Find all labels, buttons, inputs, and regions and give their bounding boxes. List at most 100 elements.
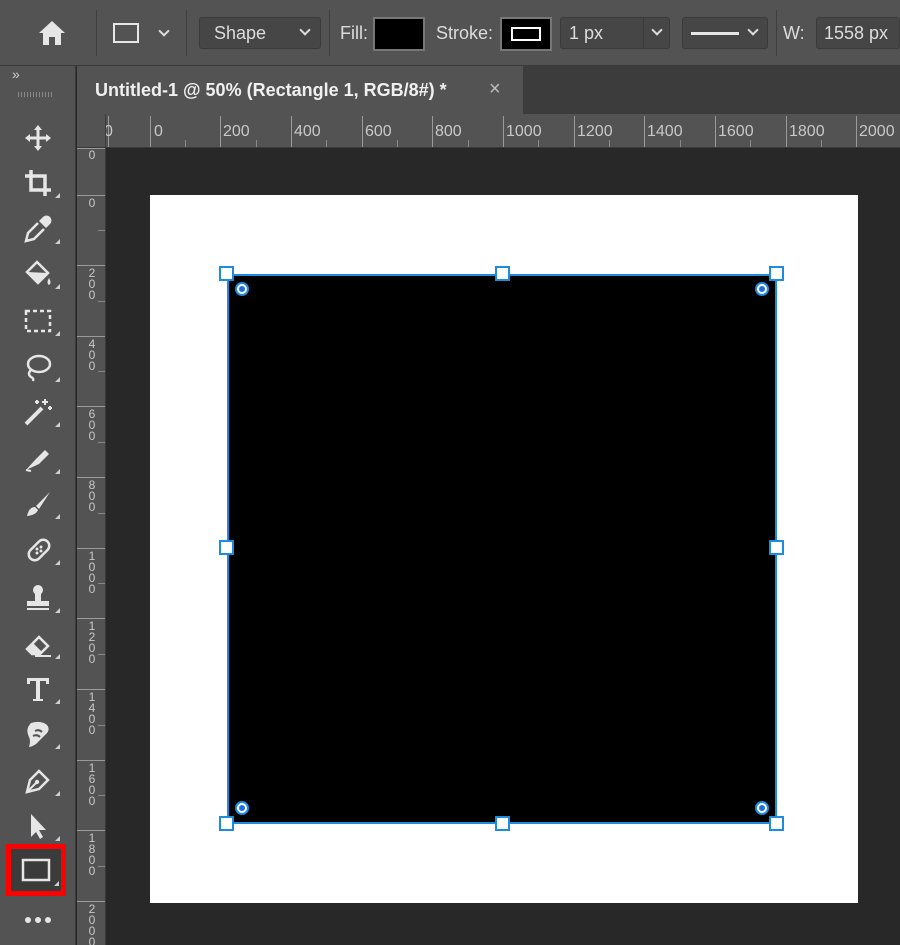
type-tool[interactable]	[14, 669, 62, 709]
document-tab-title: Untitled-1 @ 50% (Rectangle 1, RGB/8#) *	[95, 79, 447, 100]
ruler-label: 800	[88, 478, 96, 514]
crop-icon	[25, 170, 51, 196]
tool-mode-value: Shape	[214, 22, 267, 43]
bandage-icon	[27, 538, 51, 562]
stroke-label: Stroke:	[436, 22, 494, 43]
transform-handle-top-right[interactable]	[769, 266, 784, 281]
document-tab[interactable]: Untitled-1 @ 50% (Rectangle 1, RGB/8#) *…	[77, 66, 523, 114]
transform-handle-top[interactable]	[495, 266, 510, 281]
crop-tool[interactable]	[14, 163, 62, 203]
transform-handle-right[interactable]	[769, 540, 784, 555]
ruler-label: 0	[106, 123, 113, 141]
width-value: 1558 px	[824, 22, 889, 43]
ruler-label: 1400	[647, 123, 683, 140]
ruler-label: 400	[294, 123, 321, 140]
ruler-label: 600	[88, 407, 96, 443]
chevron-down-icon	[747, 24, 759, 36]
ruler-label: 2000	[88, 902, 96, 945]
transform-handle-bottom-left[interactable]	[219, 816, 234, 831]
arrow-selection-icon	[31, 814, 46, 839]
separator	[776, 10, 777, 56]
lasso-icon	[26, 354, 52, 382]
close-tab-icon[interactable]: ×	[489, 78, 501, 101]
corner-radius-handle-top-left[interactable]	[235, 282, 249, 296]
eyedropper-icon	[24, 215, 52, 243]
options-bar: Shape Fill: Stroke: 1 px W: 1558 px	[0, 0, 900, 66]
ruler-label: 800	[435, 123, 462, 140]
stroke-swatch[interactable]	[500, 17, 552, 51]
fill-swatch[interactable]	[373, 17, 425, 51]
separator	[186, 10, 187, 56]
healing-brush-tool[interactable]	[14, 530, 62, 570]
home-button[interactable]	[36, 17, 68, 49]
marquee-tool[interactable]	[14, 301, 62, 341]
transform-handle-left[interactable]	[219, 540, 234, 555]
clone-stamp-tool[interactable]	[14, 578, 62, 618]
ruler-label: 1600	[718, 123, 754, 140]
horizontal-ruler[interactable]: 0 0 200 400 600 800 1000 1200 1400 1600 …	[106, 114, 900, 148]
ruler-label: 2000	[859, 123, 895, 140]
stroke-width-value: 1 px	[569, 22, 604, 43]
ruler-label: 0	[88, 196, 96, 210]
smudge-tool[interactable]	[14, 714, 62, 754]
collapse-panel-button[interactable]: »	[12, 66, 20, 82]
ruler-label: 1600	[88, 761, 96, 808]
corner-radius-handle-top-right[interactable]	[755, 282, 769, 296]
pen-tool[interactable]	[14, 761, 62, 801]
rectangle-icon	[21, 858, 51, 882]
magic-wand-tool[interactable]	[14, 392, 62, 432]
stroke-width-field[interactable]: 1 px	[560, 17, 670, 49]
ruler-label: 200	[223, 123, 250, 140]
ruler-label: 200	[88, 266, 96, 302]
fill-label: Fill:	[340, 22, 368, 43]
ruler-label: 0	[88, 148, 96, 162]
stroke-type-select[interactable]	[682, 17, 768, 49]
ruler-label: 1800	[789, 123, 825, 140]
eyedropper-tool[interactable]	[14, 209, 62, 249]
ellipsis-icon	[25, 917, 51, 923]
rectangle-layer-shape[interactable]	[227, 274, 777, 824]
pen-icon	[25, 769, 50, 794]
width-label: W:	[783, 22, 805, 43]
chevron-down-icon	[651, 24, 663, 36]
brush-tool[interactable]	[14, 484, 62, 524]
rectangular-marquee-icon	[24, 309, 52, 333]
transform-handle-top-left[interactable]	[219, 266, 234, 281]
path-selection-tool[interactable]	[14, 806, 62, 846]
smudge-finger-icon	[27, 721, 49, 747]
background-eraser-tool[interactable]	[14, 624, 62, 664]
transform-handle-bottom-right[interactable]	[769, 816, 784, 831]
ruler-label: 1000	[506, 123, 542, 140]
ruler-label: 1000	[88, 549, 96, 596]
move-icon	[25, 125, 51, 151]
paint-bucket-icon	[25, 260, 51, 285]
ruler-label: 600	[365, 123, 392, 140]
separator	[329, 10, 330, 56]
ruler-label: 1400	[88, 690, 96, 737]
lasso-tool[interactable]	[14, 347, 62, 387]
vertical-ruler[interactable]: 0 0 200 400 600 800 1000 1200 1400 1600 …	[77, 148, 106, 945]
corner-radius-handle-bottom-left[interactable]	[235, 801, 249, 815]
eraser-tool[interactable]	[14, 439, 62, 479]
ruler-label: 1200	[577, 123, 613, 140]
shape-preset-picker[interactable]	[112, 17, 170, 49]
width-field[interactable]: 1558 px	[816, 17, 900, 49]
chevron-down-icon	[158, 24, 170, 37]
magic-wand-icon	[24, 399, 52, 426]
background-eraser-icon	[25, 635, 51, 657]
transform-handle-bottom[interactable]	[495, 816, 510, 831]
tool-mode-select[interactable]: Shape	[199, 17, 321, 49]
eraser-icon	[25, 450, 49, 472]
ruler-origin[interactable]	[77, 114, 106, 148]
rectangle-tool[interactable]	[6, 844, 66, 896]
corner-radius-handle-bottom-right[interactable]	[755, 801, 769, 815]
paint-bucket-tool[interactable]	[14, 254, 62, 294]
tools-panel: »	[0, 66, 76, 945]
panel-grip[interactable]	[18, 92, 54, 97]
type-icon	[27, 678, 49, 701]
document-tab-bar: Untitled-1 @ 50% (Rectangle 1, RGB/8#) *…	[77, 66, 900, 114]
chevron-down-icon	[299, 24, 311, 36]
separator	[96, 10, 97, 56]
more-tools-button[interactable]	[14, 900, 62, 940]
move-tool[interactable]	[14, 118, 62, 158]
